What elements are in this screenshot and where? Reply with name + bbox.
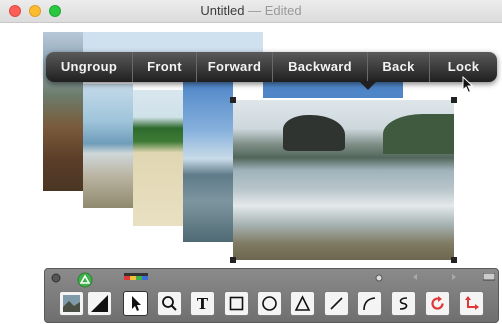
curve-tool[interactable] — [391, 291, 416, 316]
slider-knob-icon[interactable] — [375, 274, 383, 282]
rotate-tool[interactable] — [425, 291, 450, 316]
selection-handle-top-right[interactable] — [451, 97, 457, 103]
photo-sea[interactable] — [183, 82, 233, 242]
ellipse-tool[interactable] — [257, 291, 282, 316]
selection-handle-top-left[interactable] — [230, 97, 236, 103]
popup-pointer — [359, 81, 377, 90]
panel-close-icon[interactable] — [51, 273, 61, 283]
arrow-icon — [132, 296, 141, 311]
fill-stroke-swatch-button[interactable] — [87, 291, 112, 316]
selection-handle-bottom-right[interactable] — [451, 257, 457, 263]
transform-tool[interactable] — [459, 291, 484, 316]
title-bar: Untitled — Edited — [0, 0, 502, 23]
rock-shape — [283, 115, 345, 151]
arrange-popup-menu: Ungroup Front Forward Backward Back Lock — [46, 52, 497, 82]
ungroup-button[interactable]: Ungroup — [46, 52, 133, 82]
add-icon[interactable] — [77, 272, 93, 288]
photo-beach-2[interactable] — [133, 90, 183, 226]
tool-palette: T — [44, 268, 499, 323]
magnifier-icon — [162, 296, 177, 311]
image-icon — [63, 295, 80, 312]
text-icon: T — [196, 294, 209, 313]
photo-beach-1[interactable] — [83, 84, 133, 208]
color-bars-icon[interactable] — [124, 273, 148, 283]
document-name: Untitled — [200, 3, 245, 18]
image-thumbnail-button[interactable] — [59, 291, 84, 316]
text-tool[interactable]: T — [190, 291, 215, 316]
fill-stroke-icon — [91, 295, 108, 312]
edited-status: Edited — [264, 3, 302, 18]
curve-icon — [399, 297, 408, 310]
rotate-icon — [431, 296, 444, 310]
window-title: Untitled — Edited — [0, 3, 502, 18]
arc-tool[interactable] — [357, 291, 382, 316]
backward-button[interactable]: Backward — [273, 52, 368, 82]
triangle-icon — [294, 295, 311, 311]
front-button[interactable]: Front — [133, 52, 197, 82]
rectangle-tool[interactable] — [224, 291, 249, 316]
next-arrow-icon[interactable] — [450, 273, 458, 281]
panel-minimize-icon[interactable] — [483, 273, 495, 281]
triangle-tool[interactable] — [290, 291, 315, 316]
forward-button[interactable]: Forward — [197, 52, 273, 82]
back-button[interactable]: Back — [368, 52, 430, 82]
select-tool[interactable] — [123, 291, 148, 316]
zoom-tool[interactable] — [157, 291, 182, 316]
rectangle-icon — [229, 296, 244, 311]
arc-icon — [363, 297, 376, 311]
selection-handle-bottom-left[interactable] — [230, 257, 236, 263]
line-icon — [330, 297, 343, 310]
photo-selected-coast[interactable] — [233, 100, 454, 260]
title-separator: — — [244, 3, 265, 18]
previous-arrow-icon[interactable] — [411, 273, 419, 281]
transform-icon — [465, 296, 479, 310]
circle-icon — [262, 296, 277, 311]
mouse-cursor-icon — [462, 76, 474, 94]
hill-shape — [383, 114, 454, 154]
line-tool[interactable] — [324, 291, 349, 316]
